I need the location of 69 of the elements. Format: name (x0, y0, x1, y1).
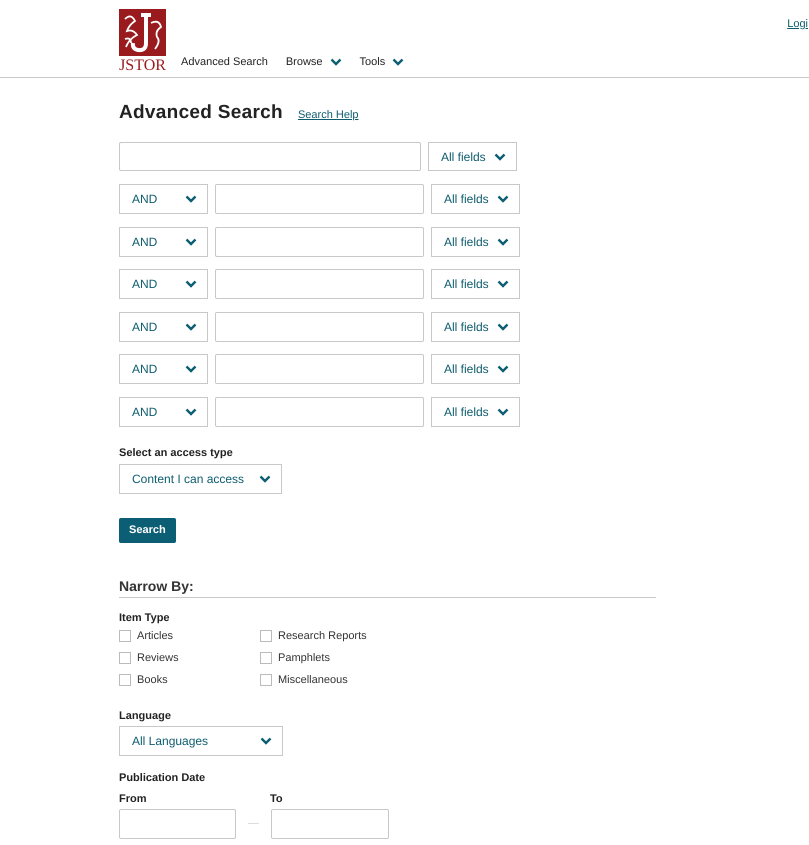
search-field[interactable] (215, 269, 424, 299)
dropdown-select[interactable]: AND (119, 312, 208, 342)
dropdown-select[interactable]: Content I can access (119, 464, 282, 494)
login-link[interactable]: Logi (787, 17, 808, 77)
publication-date-label: Publication Date (119, 770, 206, 784)
search-field[interactable] (215, 396, 424, 426)
checkbox-label: Books (137, 672, 168, 686)
language-label: Language (119, 708, 172, 722)
checkbox-label: Reviews (137, 650, 179, 664)
logo-wordmark: JSTOR (119, 57, 166, 75)
chevron-down-icon (392, 58, 404, 66)
chevron-down-icon (185, 280, 197, 288)
search-field[interactable] (215, 184, 424, 214)
dropdown-select[interactable]: All fields (431, 354, 520, 384)
checkbox-label: Research Reports (278, 628, 367, 642)
dropdown-select[interactable]: All fields (431, 226, 520, 256)
chevron-down-icon (259, 474, 271, 482)
dropdown-select[interactable]: AND (119, 184, 208, 214)
dropdown-select[interactable]: AND (119, 396, 208, 426)
checkbox[interactable] (119, 630, 131, 642)
checkbox[interactable] (119, 674, 131, 686)
checkbox[interactable] (260, 674, 272, 686)
search-field[interactable] (119, 142, 421, 171)
chevron-down-icon (494, 152, 506, 160)
date-to-field[interactable] (271, 808, 389, 838)
nav-menu-item[interactable]: Advanced Search (181, 55, 268, 69)
narrow-by-heading: Narrow By: (119, 578, 195, 594)
dropdown-select[interactable]: All fields (431, 269, 520, 299)
checkbox[interactable] (119, 652, 131, 664)
chevron-down-icon (185, 195, 197, 203)
dropdown-select[interactable]: All fields (431, 184, 520, 214)
chevron-down-icon (497, 195, 509, 203)
to-label: To (270, 792, 283, 806)
nav-menu-item[interactable]: Browse (286, 55, 342, 69)
nav-menu-item[interactable]: Tools (360, 55, 404, 69)
chevron-down-icon (330, 58, 342, 66)
access-type-label: Select an access type (119, 446, 234, 460)
checkbox[interactable] (260, 630, 272, 642)
dropdown-select[interactable]: AND (119, 226, 208, 256)
logo-emblem-icon (119, 9, 166, 56)
search-field[interactable] (215, 312, 424, 342)
checkbox-label: Miscellaneous (278, 672, 348, 686)
chevron-down-icon (185, 238, 197, 246)
chevron-down-icon (497, 322, 509, 330)
item-type-label: Item Type (119, 610, 171, 624)
chevron-down-icon (185, 408, 197, 416)
chevron-down-icon (497, 408, 509, 416)
from-label: From (119, 792, 148, 806)
search-field[interactable] (215, 354, 424, 384)
dropdown-select[interactable]: AND (119, 354, 208, 384)
chevron-down-icon (497, 280, 509, 288)
date-from-field[interactable] (119, 808, 236, 838)
chevron-down-icon (185, 322, 197, 330)
checkbox-label: Pamphlets (278, 650, 330, 664)
checkbox-label: Articles (137, 628, 174, 642)
dropdown-select[interactable]: All Languages (119, 726, 283, 756)
chevron-down-icon (260, 736, 272, 744)
search-help-link[interactable]: Search Help (298, 108, 359, 122)
dropdown-select[interactable]: AND (119, 269, 208, 299)
search-button[interactable]: Search (119, 518, 176, 542)
page-title: Advanced Search (119, 102, 283, 124)
chevron-down-icon (497, 238, 509, 246)
chevron-down-icon (497, 365, 509, 373)
chevron-down-icon (185, 365, 197, 373)
checkbox[interactable] (260, 652, 272, 664)
search-field[interactable] (215, 226, 424, 256)
dropdown-select[interactable]: All fields (431, 396, 520, 426)
dropdown-select[interactable]: All fields (428, 142, 517, 171)
dropdown-select[interactable]: All fields (431, 312, 520, 342)
